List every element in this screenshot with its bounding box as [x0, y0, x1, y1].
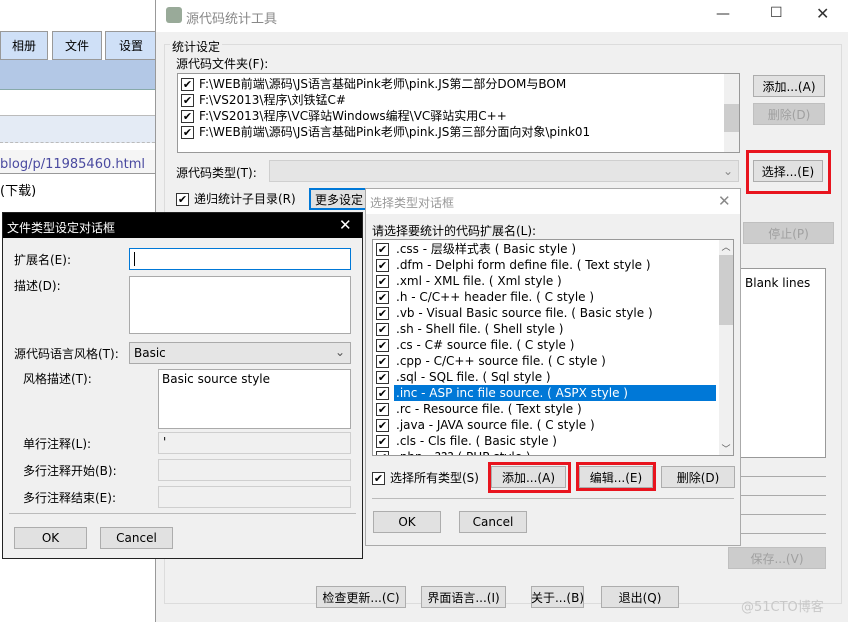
scroll-up-icon: ︿	[721, 243, 731, 253]
group-label: 统计设定	[170, 38, 223, 55]
highlight-box	[576, 462, 656, 491]
extension-item[interactable]: ✔ .sql - SQL file. ( Sql style )	[373, 369, 733, 385]
extension-item[interactable]: ✔ .cls - Cls file. ( Basic style )	[373, 433, 733, 449]
type-dialog: 选择类型对话框 ✕ 请选择要统计的代码扩展名(L): ✔ .css - 层级样式表…	[365, 188, 741, 546]
desc-label: 描述(D):	[14, 279, 61, 293]
cancel-button[interactable]: Cancel	[459, 511, 527, 533]
single-comment-label: 单行注释(L):	[23, 437, 92, 451]
extension-item[interactable]: ✔ .css - 层级样式表 ( Basic style )	[373, 241, 733, 257]
type-dropdown[interactable]: ⌄	[269, 160, 739, 182]
checkbox[interactable]: ✔	[376, 291, 389, 304]
extension-item[interactable]: ✔ .xml - XML file. ( Xml style )	[373, 273, 733, 289]
minimize-icon[interactable]: —	[716, 6, 730, 22]
extension-item[interactable]: ✔ .rc - Resource file. ( Text style )	[373, 401, 733, 417]
folder-list[interactable]: ✔ F:\WEB前端\源码\JS语言基础Pink老师\pink.JS第二部分DOM…	[177, 73, 740, 153]
checkbox[interactable]: ✔	[376, 275, 389, 288]
title-bar: 源代码统计工具 — ☐ ✕	[156, 0, 848, 32]
checkbox[interactable]: ✔	[376, 307, 389, 320]
about-button[interactable]: 关于...(B)	[531, 586, 584, 608]
multi-start-label: 多行注释开始(B):	[23, 464, 117, 478]
url-link[interactable]: blog/p/11985460.html	[0, 157, 145, 172]
column-header-blank-lines[interactable]: Blank lines	[745, 276, 810, 290]
delete-type-button[interactable]: 删除(D)	[661, 466, 735, 488]
checkbox[interactable]: ✔	[376, 403, 389, 416]
extension-item[interactable]: ✔ .sh - Shell file. ( Shell style )	[373, 321, 733, 337]
extension-item[interactable]: ✔.php - ??? ( PHP style )	[373, 449, 733, 455]
chevron-down-icon: ⌄	[334, 345, 345, 359]
folder-item[interactable]: ✔ F:\VS2013\程序\刘铁锰C#	[178, 92, 739, 108]
extension-item[interactable]: ✔ .dfm - Delphi form define file. ( Text …	[373, 257, 733, 273]
extension-item[interactable]: ✔ .cs - C# source file. ( C style )	[373, 337, 733, 353]
results-table: Blank lines	[739, 268, 826, 458]
delete-folder-button[interactable]: 删除(D)	[753, 103, 825, 125]
chevron-down-icon: ⌄	[722, 164, 733, 178]
language-button[interactable]: 界面语言...(I)	[421, 586, 506, 608]
single-comment-input[interactable]: '	[158, 432, 351, 454]
stop-button[interactable]: 停止(P)	[743, 222, 834, 244]
cancel-button[interactable]: Cancel	[100, 527, 173, 549]
scrollbar[interactable]	[724, 74, 739, 152]
multi-end-label: 多行注释结束(E):	[23, 491, 116, 505]
checkbox[interactable]: ✔	[376, 323, 389, 336]
style-desc-label: 风格描述(T):	[23, 372, 92, 386]
checkbox[interactable]: ✔	[376, 435, 389, 448]
extension-item[interactable]: ✔ .cpp - C/C++ source file. ( C style )	[373, 353, 733, 369]
highlight-box	[488, 462, 571, 493]
style-dropdown[interactable]: Basic ⌄	[129, 342, 351, 364]
folder-item[interactable]: ✔ F:\WEB前端\源码\JS语言基础Pink老师\pink.JS第三部分面向对…	[178, 124, 739, 140]
dialog-title: 选择类型对话框	[370, 196, 455, 210]
extension-item[interactable]: ✔ .inc - ASP inc file source. ( ASPX styl…	[373, 385, 733, 401]
watermark: @51CTO博客	[741, 600, 824, 615]
tab-album[interactable]: 相册	[0, 31, 48, 60]
checkbox[interactable]: ✔	[376, 339, 389, 352]
multi-start-input[interactable]	[158, 459, 351, 481]
close-icon[interactable]: ✕	[816, 4, 829, 23]
type-label: 源代码类型(T):	[176, 166, 257, 180]
app-icon	[166, 7, 182, 23]
folder-item[interactable]: ✔ F:\WEB前端\源码\JS语言基础Pink老师\pink.JS第二部分DOM…	[178, 76, 739, 92]
tab-files[interactable]: 文件	[52, 31, 102, 60]
checkbox[interactable]: ✔	[376, 243, 389, 256]
select-all-checkbox[interactable]: ✔ 选择所有类型(S)	[372, 469, 479, 486]
exit-button[interactable]: 退出(Q)	[601, 586, 679, 608]
close-icon[interactable]: ✕	[339, 216, 352, 234]
ok-button[interactable]: OK	[14, 527, 87, 549]
folder-label: 源代码文件夹(F):	[176, 57, 269, 71]
style-label: 源代码语言风格(T):	[14, 347, 119, 361]
checkbox[interactable]: ✔	[376, 259, 389, 272]
maximize-icon[interactable]: ☐	[770, 5, 783, 21]
extension-item[interactable]: ✔ .h - C/C++ header file. ( C style )	[373, 289, 733, 305]
recursive-checkbox[interactable]: ✔ 递归统计子目录(R)	[176, 190, 296, 207]
window-title: 源代码统计工具	[186, 12, 278, 27]
checkbox[interactable]: ✔	[376, 387, 389, 400]
extension-input[interactable]	[129, 248, 351, 270]
extension-item[interactable]: ✔ .vb - Visual Basic source file. ( Basic…	[373, 305, 733, 321]
dialog-title: 文件类型设定对话框	[7, 221, 116, 235]
ok-button[interactable]: OK	[373, 511, 441, 533]
more-settings-button[interactable]: 更多设定	[309, 188, 369, 210]
extension-list[interactable]: ✔ .css - 层级样式表 ( Basic style ) ✔ .dfm - Del…	[372, 239, 734, 456]
checkbox[interactable]: ✔	[376, 371, 389, 384]
style-description: Basic source style	[158, 369, 351, 429]
checkbox[interactable]: ✔	[376, 355, 389, 368]
multi-end-input[interactable]	[158, 486, 351, 508]
highlight-box	[746, 150, 831, 194]
scrollbar[interactable]: ︿ ﹀	[719, 240, 733, 455]
close-icon[interactable]: ✕	[718, 192, 731, 210]
description-input[interactable]	[129, 276, 351, 334]
tab-settings[interactable]: 设置	[105, 31, 157, 60]
checkbox[interactable]: ✔	[376, 419, 389, 432]
folder-item[interactable]: ✔ F:\VS2013\程序\VC驿站Windows编程\VC驿站实用C++	[178, 108, 739, 124]
file-type-dialog: 文件类型设定对话框 ✕ 扩展名(E): 描述(D): 源代码语言风格(T): B…	[2, 212, 363, 559]
extension-label: 请选择要统计的代码扩展名(L):	[372, 224, 537, 238]
download-text: (下载)	[0, 184, 37, 199]
scroll-down-icon: ﹀	[721, 445, 731, 455]
save-button[interactable]: 保存...(V)	[728, 547, 826, 569]
extension-item[interactable]: ✔ .java - JAVA source file. ( C style )	[373, 417, 733, 433]
ext-label: 扩展名(E):	[14, 253, 71, 267]
check-update-button[interactable]: 检查更新...(C)	[316, 586, 406, 608]
add-folder-button[interactable]: 添加...(A)	[753, 75, 825, 97]
checkbox[interactable]: ✔	[376, 451, 389, 455]
